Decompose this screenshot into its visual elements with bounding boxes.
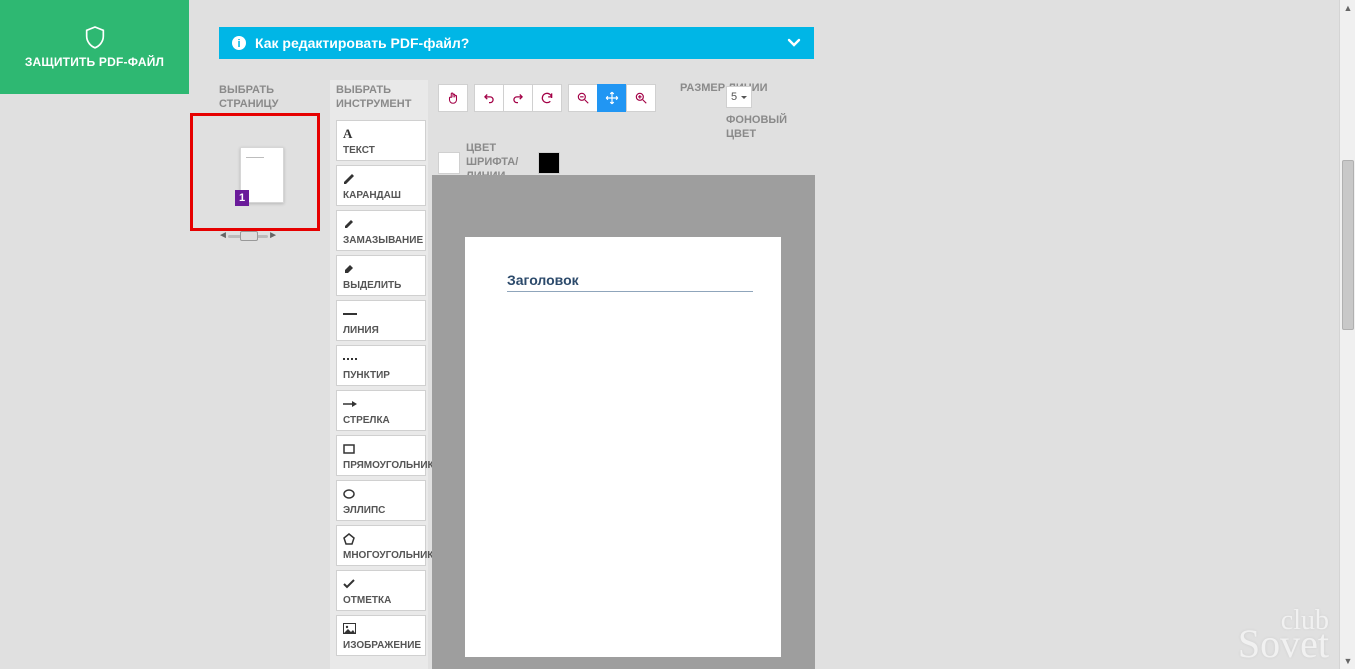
tool-label-text: ПРЯМОУГОЛЬНИК xyxy=(343,460,434,471)
scroll-up-icon[interactable]: ▲ xyxy=(1340,0,1355,16)
line-icon xyxy=(343,307,357,321)
tool-label-text: СТРЕЛКА xyxy=(343,415,390,426)
tool-ellipse[interactable]: ЭЛЛИПС xyxy=(336,480,426,521)
tool-label-text: ЭЛЛИПС xyxy=(343,505,385,516)
line-size-select[interactable]: 5 xyxy=(726,86,752,108)
watermark-line2: Sovet xyxy=(1238,627,1329,661)
tool-label-text: ЗАМАЗЫВАНИЕ xyxy=(343,235,423,246)
brush-icon xyxy=(343,217,355,231)
zoom-out-button[interactable] xyxy=(568,84,598,112)
protect-pdf-label: ЗАЩИТИТЬ PDF-ФАЙЛ xyxy=(25,55,164,69)
document-title: Заголовок xyxy=(507,272,579,288)
shield-icon xyxy=(85,25,105,49)
tool-label-text: ПУНКТИР xyxy=(343,370,390,381)
tool-image[interactable]: ИЗОБРАЖЕНИЕ xyxy=(336,615,426,656)
thumb-preview-line xyxy=(246,157,264,158)
tool-line[interactable]: ЛИНИЯ xyxy=(336,300,426,341)
help-banner-text: Как редактировать PDF-файл? xyxy=(255,35,469,51)
document-page[interactable]: Заголовок xyxy=(465,237,781,657)
bg-color-label: ФОНОВЫЙ ЦВЕТ xyxy=(726,114,815,142)
image-icon xyxy=(343,622,356,636)
canvas-area: РАЗМЕР ЛИНИИ 5 ФОНОВЫЙ ЦВЕТ ЦВЕТ ШРИФТА/… xyxy=(432,80,815,669)
watermark: club Sovet xyxy=(1238,609,1329,661)
pencil-icon xyxy=(343,172,355,186)
arrow-icon xyxy=(343,397,357,411)
font-color-swatch[interactable] xyxy=(438,152,460,174)
tool-label-text: МНОГОУГОЛЬНИК xyxy=(343,550,433,561)
slider-handle[interactable] xyxy=(240,231,258,241)
check-icon xyxy=(343,577,355,591)
redo-button[interactable] xyxy=(503,84,533,112)
text-icon: A xyxy=(343,127,352,141)
line-size-value: 5 xyxy=(731,91,737,103)
tool-highlight[interactable]: ВЫДЕЛИТЬ xyxy=(336,255,426,296)
ellipse-icon xyxy=(343,487,355,501)
svg-text:i: i xyxy=(237,38,240,50)
move-tool-button[interactable] xyxy=(597,84,627,112)
chevron-down-icon xyxy=(786,34,802,53)
select-tool-label: ВЫБРАТЬ ИНСТРУМЕНТ xyxy=(330,80,428,120)
page-thumbnail-highlight: 1 xyxy=(190,113,320,231)
tool-pencil[interactable]: КАРАНДАШ xyxy=(336,165,426,206)
undo-button[interactable] xyxy=(474,84,504,112)
thumbnail-zoom-slider[interactable]: ◄ ► xyxy=(218,230,278,242)
tool-label-text: ВЫДЕЛИТЬ xyxy=(343,280,401,291)
select-page-label: ВЫБРАТЬ СТРАНИЦУ xyxy=(219,84,319,112)
editor-topbar: РАЗМЕР ЛИНИИ 5 ФОНОВЫЙ ЦВЕТ ЦВЕТ ШРИФТА/… xyxy=(432,80,815,170)
tool-smudge[interactable]: ЗАМАЗЫВАНИЕ xyxy=(336,210,426,251)
polygon-icon xyxy=(343,532,355,546)
rectangle-icon xyxy=(343,442,355,456)
dashed-line-icon xyxy=(343,352,357,366)
document-title-rule xyxy=(507,291,753,292)
tool-text[interactable]: A ТЕКСТ xyxy=(336,120,426,161)
line-size-label: РАЗМЕР ЛИНИИ xyxy=(680,82,767,96)
bg-color-swatch[interactable] xyxy=(538,152,560,174)
tool-polygon[interactable]: МНОГОУГОЛЬНИК xyxy=(336,525,426,566)
tool-rect[interactable]: ПРЯМОУГОЛЬНИК xyxy=(336,435,426,476)
protect-pdf-button[interactable]: ЗАЩИТИТЬ PDF-ФАЙЛ xyxy=(0,0,189,94)
info-icon: i xyxy=(231,35,247,51)
tool-label-text: ИЗОБРАЖЕНИЕ xyxy=(343,640,421,651)
zoom-in-button[interactable] xyxy=(626,84,656,112)
help-banner[interactable]: i Как редактировать PDF-файл? xyxy=(219,27,814,59)
scroll-down-icon[interactable]: ▼ xyxy=(1340,653,1355,669)
chevron-left-icon: ◄ xyxy=(218,230,228,241)
tool-arrow[interactable]: СТРЕЛКА xyxy=(336,390,426,431)
tool-label-text: ЛИНИЯ xyxy=(343,325,379,336)
vertical-scrollbar[interactable]: ▲ ▼ xyxy=(1339,0,1355,669)
tool-label-text: КАРАНДАШ xyxy=(343,190,401,201)
page-background: Заголовок xyxy=(432,175,815,669)
tool-label-text: ТЕКСТ xyxy=(343,145,375,156)
chevron-right-icon: ► xyxy=(268,230,278,241)
scrollbar-thumb[interactable] xyxy=(1342,160,1354,330)
tool-column: ВЫБРАТЬ ИНСТРУМЕНТ A ТЕКСТ КАРАНДАШ ЗАМА… xyxy=(330,80,428,669)
page-thumbnail[interactable]: 1 xyxy=(240,147,284,203)
tool-label-text: ОТМЕТКА xyxy=(343,595,391,606)
rotate-button[interactable] xyxy=(532,84,562,112)
hand-tool-button[interactable] xyxy=(438,84,468,112)
tool-dashed[interactable]: ПУНКТИР xyxy=(336,345,426,386)
page-thumbnail-number: 1 xyxy=(235,190,249,206)
highlighter-icon xyxy=(343,262,355,276)
tool-check[interactable]: ОТМЕТКА xyxy=(336,570,426,611)
